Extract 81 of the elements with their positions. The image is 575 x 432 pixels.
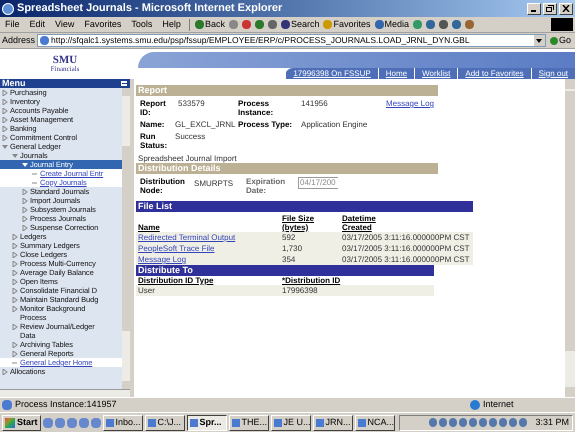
toolbar-button[interactable]: [437, 20, 450, 29]
taskbar-button[interactable]: JE U...: [270, 414, 311, 430]
vertical-scrollbar[interactable]: [122, 88, 130, 389]
start-button[interactable]: Start: [2, 414, 41, 430]
table-cell: 03/17/2005 3:11:16.000000PM CST: [342, 255, 470, 264]
clock-text: 3:31 PM: [535, 416, 569, 429]
file-link[interactable]: Redirected Terminal Output: [138, 233, 236, 242]
column-header: Distribution ID Type: [138, 276, 214, 285]
field-label: Distribution Node:: [140, 177, 186, 195]
section-header: Report: [136, 85, 438, 96]
date-input[interactable]: 04/17/200: [298, 177, 338, 189]
toolbar-button[interactable]: [266, 20, 279, 29]
menu-item[interactable]: Tools: [126, 18, 158, 32]
file-link[interactable]: Message Log: [138, 255, 186, 264]
table-cell: 17996398: [282, 286, 318, 295]
report-description: Spreadsheet Journal Import: [137, 154, 238, 163]
toolbar-button[interactable]: [411, 20, 424, 29]
logo-text: SMU: [52, 55, 78, 66]
column-header: File Size (bytes): [282, 214, 316, 232]
menu-item[interactable]: View: [50, 18, 80, 32]
field-label: Name:: [140, 120, 166, 129]
toolbar-button[interactable]: Favorites: [321, 18, 372, 32]
table-cell: 592: [282, 233, 296, 242]
section-header: Distribution Details: [136, 163, 438, 174]
toolbar-button[interactable]: [450, 20, 464, 29]
field-value: Application Engine: [300, 120, 368, 129]
collapse-icon[interactable]: [120, 80, 128, 87]
table-cell: User: [138, 286, 155, 295]
status-text: Process Instance:141957: [15, 398, 118, 412]
toolbar-button[interactable]: Media: [372, 18, 412, 32]
taskbar-button[interactable]: Inbo...: [102, 414, 143, 430]
taskbar-button[interactable]: Spr...: [186, 414, 227, 430]
column-header: Datetime Created: [342, 214, 377, 232]
file-link[interactable]: PeopleSoft Trace File: [138, 244, 214, 253]
toolbar-button[interactable]: [226, 20, 240, 29]
close-icon: [562, 5, 570, 12]
field-label: Process Type:: [238, 120, 294, 129]
field-value: Success: [174, 132, 206, 143]
go-button[interactable]: Go: [548, 34, 573, 48]
menu-item[interactable]: Favorites: [79, 18, 126, 32]
field-value: 533579: [177, 99, 206, 110]
horizontal-scrollbar[interactable]: [0, 389, 130, 397]
zone-text: Internet: [483, 398, 515, 412]
field-label: Expiration Date:: [246, 177, 286, 195]
taskbar-button[interactable]: NCA...: [354, 414, 395, 430]
menu-title: Menu: [2, 79, 26, 88]
vertical-scrollbar[interactable]: [565, 79, 575, 397]
maximize-button[interactable]: [543, 2, 557, 14]
table-cell: 354: [282, 255, 296, 264]
message-log-link[interactable]: Message Log: [386, 99, 434, 150]
field-value: SMURPTS: [194, 178, 234, 188]
toolbar-button[interactable]: [240, 20, 253, 29]
address-label: Address: [2, 34, 36, 47]
window-title: Spreadsheet Journals - Microsoft Internet Explorer: [17, 1, 284, 16]
toolbar-button[interactable]: Search: [278, 18, 322, 32]
table-cell: 03/17/2005 3:11:16.000000PM CST: [342, 244, 470, 253]
menu-item[interactable]: Help: [157, 18, 186, 32]
toolbar-button[interactable]: [252, 20, 266, 29]
close-button[interactable]: [559, 2, 573, 14]
field-label: Run Status:: [140, 132, 168, 150]
column-header: *Distribution ID: [282, 276, 340, 285]
menu-item[interactable]: File: [0, 18, 25, 32]
field-label: Report ID:: [140, 99, 167, 117]
toolbar-button[interactable]: [424, 20, 438, 29]
toolbar-button[interactable]: [463, 20, 476, 29]
column-header: Name: [138, 223, 160, 232]
menu-item[interactable]: Edit: [24, 18, 50, 32]
toolbar-button[interactable]: Back: [192, 18, 227, 32]
field-label: Process Instance:: [238, 99, 274, 117]
field-value: 141956: [300, 99, 329, 110]
minimize-button[interactable]: [527, 2, 541, 14]
address-field[interactable]: http://sfqalc1.systems.smu.edu/psp/fssup/EMPLOYEE/ERP/c/PROCESS_JOURNALS.LOAD_JRNL_DYN.GBL: [37, 34, 546, 47]
taskbar-button[interactable]: C:\J...: [144, 414, 185, 430]
taskbar-button[interactable]: THE...: [228, 414, 269, 430]
section-header: Distribute To: [136, 265, 434, 276]
taskbar-button[interactable]: JRN...: [312, 414, 353, 430]
section-header: File List: [136, 201, 473, 212]
maximize-icon: [546, 5, 554, 12]
table-cell: 03/17/2005 3:11:16.000000PM CST: [342, 233, 470, 242]
field-value: GL_EXCL_JRNL: [174, 120, 236, 129]
table-cell: 1,730: [282, 244, 302, 253]
